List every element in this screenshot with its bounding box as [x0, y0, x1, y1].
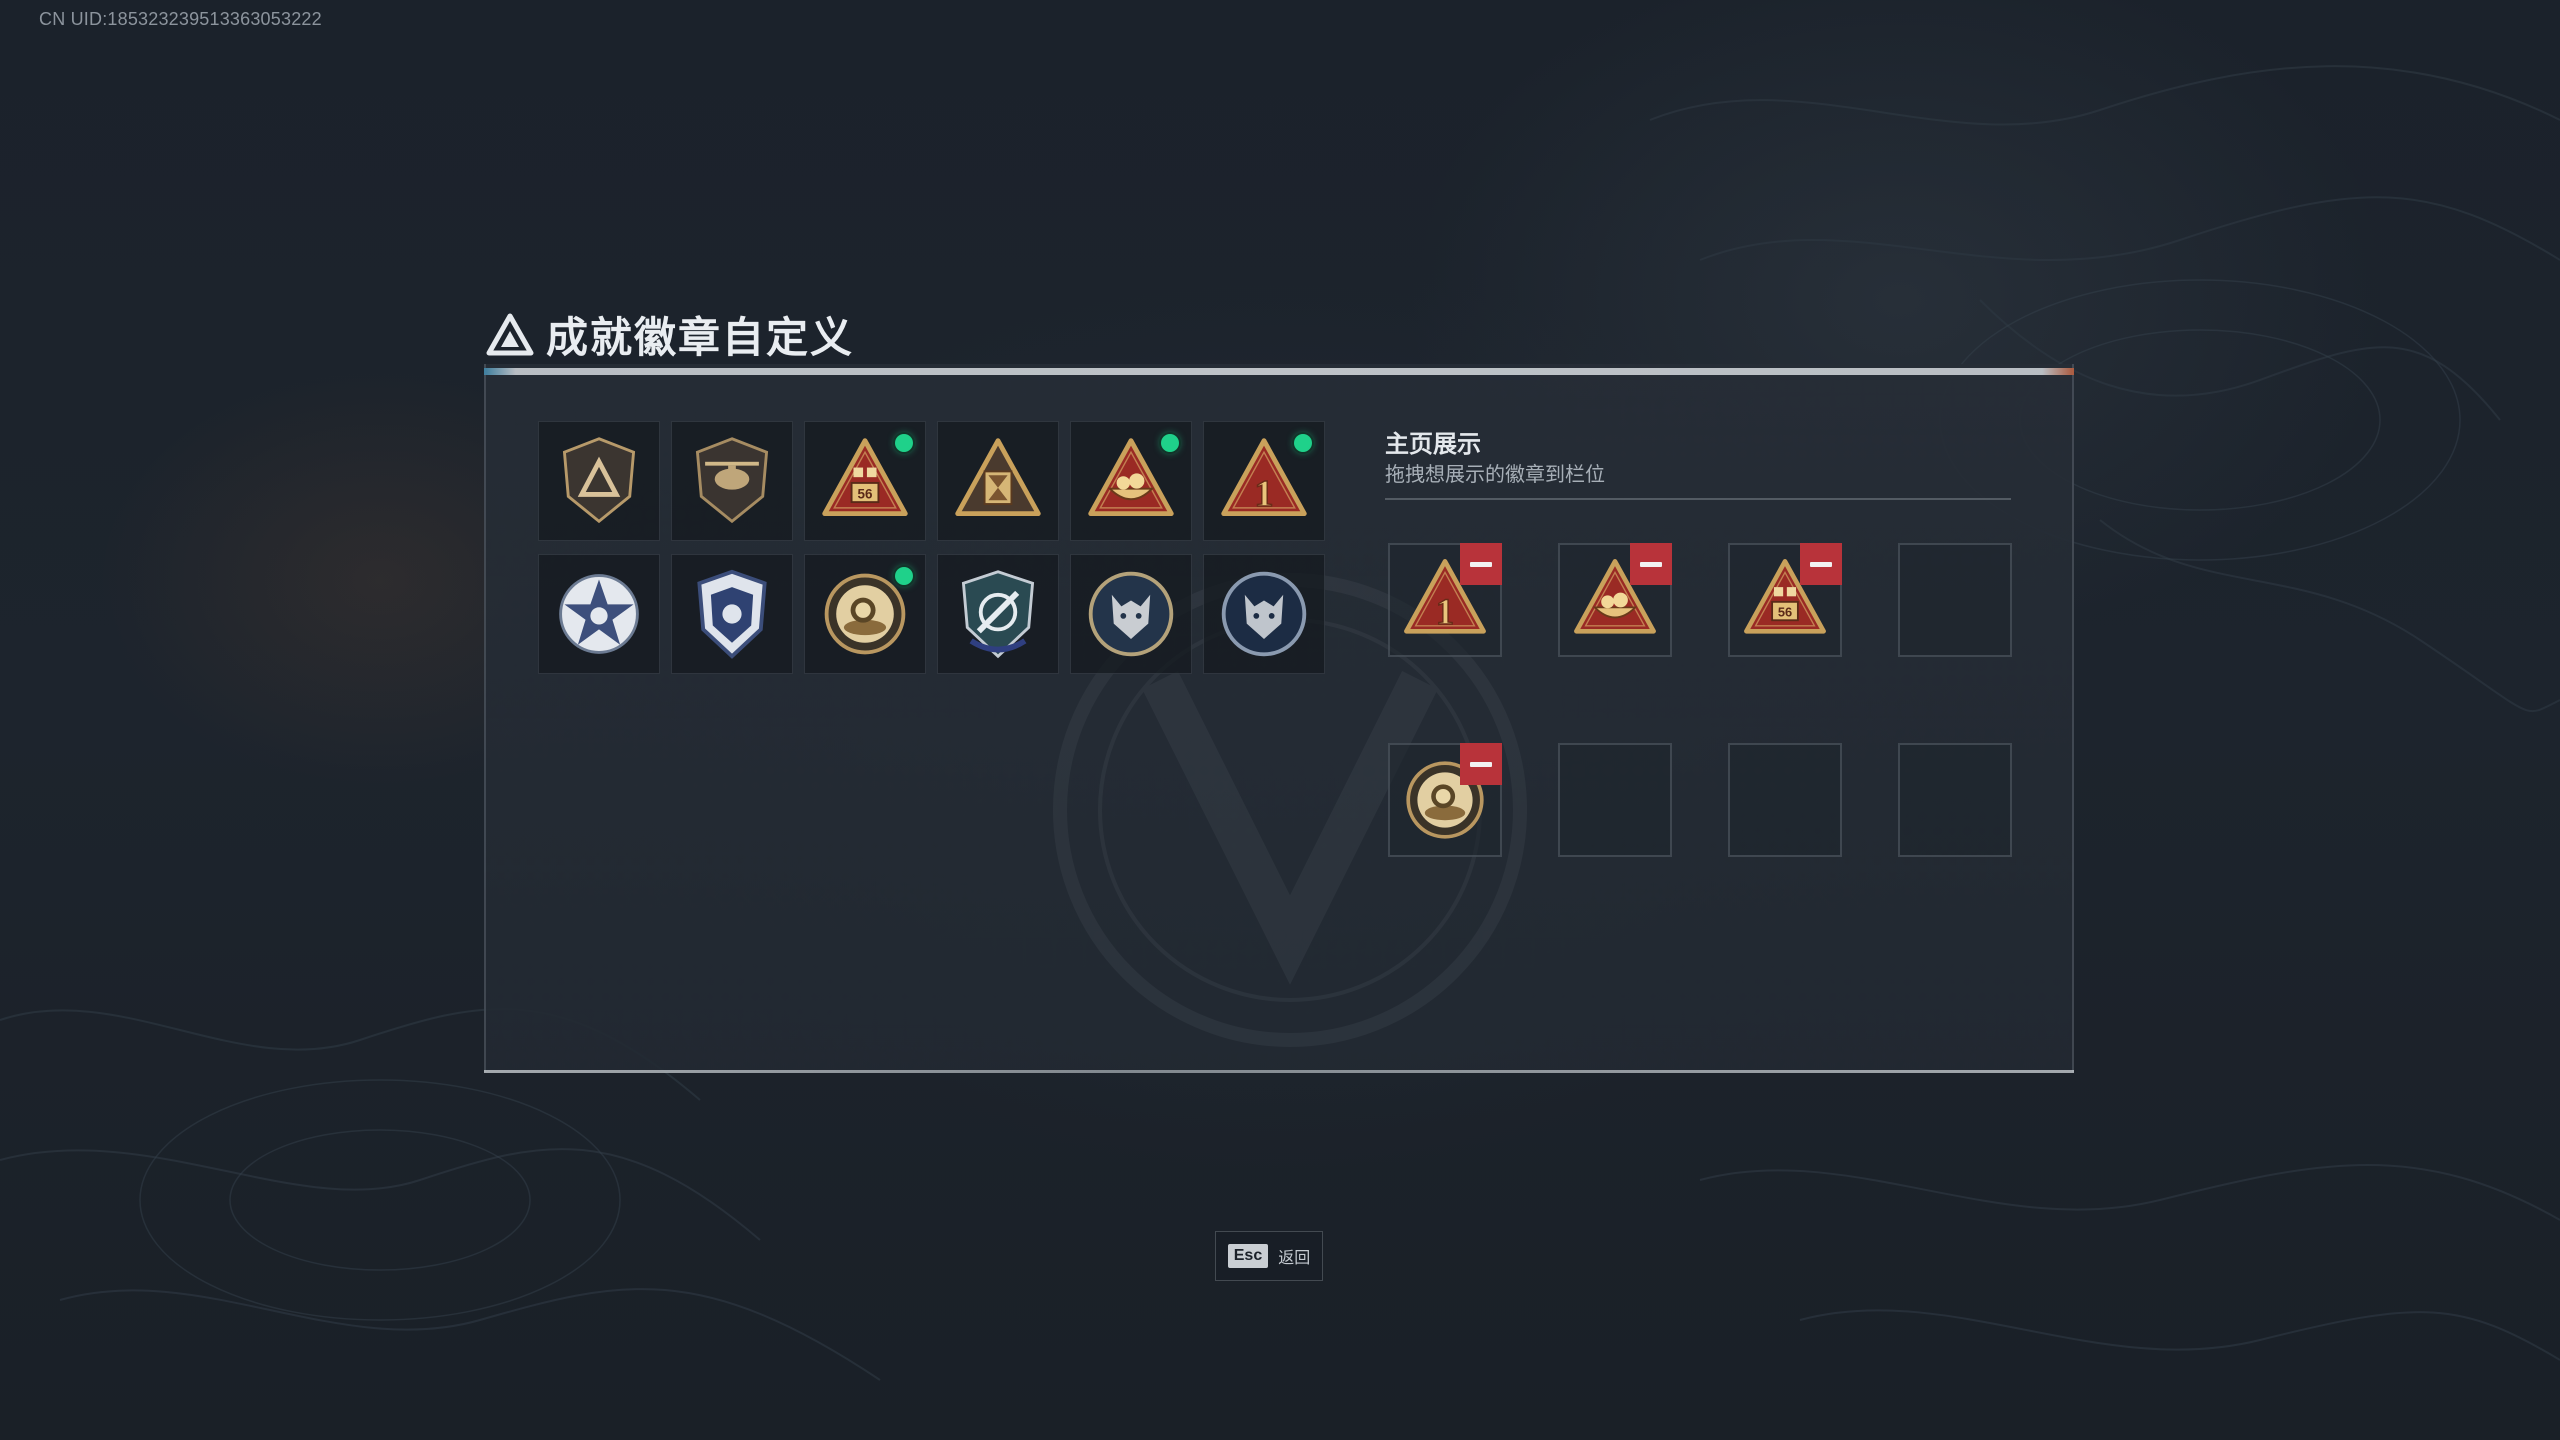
badge-cell[interactable]: 1	[1203, 421, 1325, 541]
delta-logo-icon	[486, 313, 534, 355]
user-uid: CN UID:1853232395133630532​22	[39, 9, 322, 29]
back-label: 返回	[1278, 1250, 1311, 1267]
esc-key-icon: Esc	[1227, 1244, 1269, 1268]
svg-text:1: 1	[1436, 591, 1454, 632]
badge-cell[interactable]	[671, 421, 793, 541]
new-indicator-dot	[1294, 434, 1312, 452]
page-header: 成就徽章自定义	[486, 304, 854, 365]
remove-badge-button[interactable]	[1630, 543, 1672, 585]
showcase-slots: 1 56	[1388, 543, 2012, 857]
back-button[interactable]: Esc 返回	[1215, 1231, 1323, 1281]
wolf-emblem-dark-badge-icon	[1221, 571, 1307, 657]
showcase-slot-empty[interactable]	[1728, 743, 1842, 857]
showcase-slot-empty[interactable]	[1558, 743, 1672, 857]
badge-cell[interactable]	[538, 554, 660, 674]
showcase-slot-filled[interactable]	[1558, 543, 1672, 657]
showcase-subtitle: 拖拽想展示的徽章到栏位	[1385, 464, 1605, 486]
wolf-emblem-badge-icon	[1088, 571, 1174, 657]
badge-cell[interactable]	[671, 554, 793, 674]
badge-grid: 56 1	[538, 421, 1325, 674]
badge-cell[interactable]	[1203, 554, 1325, 674]
svg-text:1: 1	[1254, 473, 1273, 515]
new-indicator-dot	[895, 567, 913, 585]
new-indicator-dot	[1161, 434, 1179, 452]
showcase-title: 主页展示	[1385, 431, 1481, 458]
showcase-slot-filled[interactable]: 56	[1728, 543, 1842, 657]
panel-top-border	[484, 368, 2074, 375]
panel-bottom-border	[484, 1070, 2074, 1073]
showcase-slot-filled[interactable]: 1	[1388, 543, 1502, 657]
helicopter-badge-icon	[695, 437, 769, 524]
hourglass-triangle-badge-icon	[955, 438, 1041, 517]
remove-badge-button[interactable]	[1460, 543, 1502, 585]
badge-cell[interactable]	[804, 554, 926, 674]
remove-badge-button[interactable]	[1800, 543, 1842, 585]
svg-text:56: 56	[1778, 605, 1792, 620]
badge-cell[interactable]	[1070, 421, 1192, 541]
shield-triangle-badge-icon	[562, 437, 636, 524]
screen: CN UID:1853232395133630532​22 成就徽章自定义 56	[0, 0, 2560, 1440]
badge-cell[interactable]	[937, 421, 1059, 541]
badge-cell[interactable]	[538, 421, 660, 541]
police-shield-badge-icon	[697, 569, 767, 659]
showcase-slot-empty[interactable]	[1898, 743, 2012, 857]
crosshair-shield-badge-icon	[961, 570, 1035, 659]
badge-cell[interactable]: 56	[804, 421, 926, 541]
showcase-slot-filled[interactable]	[1388, 743, 1502, 857]
badge-cell[interactable]	[1070, 554, 1192, 674]
new-indicator-dot	[895, 434, 913, 452]
remove-badge-button[interactable]	[1460, 743, 1502, 785]
svg-text:56: 56	[858, 486, 873, 501]
badge-cell[interactable]	[937, 554, 1059, 674]
showcase-slot-empty[interactable]	[1898, 543, 2012, 657]
star-medal-badge-icon	[559, 574, 639, 654]
page-title: 成就徽章自定义	[546, 314, 855, 361]
showcase-divider	[1385, 498, 2011, 500]
